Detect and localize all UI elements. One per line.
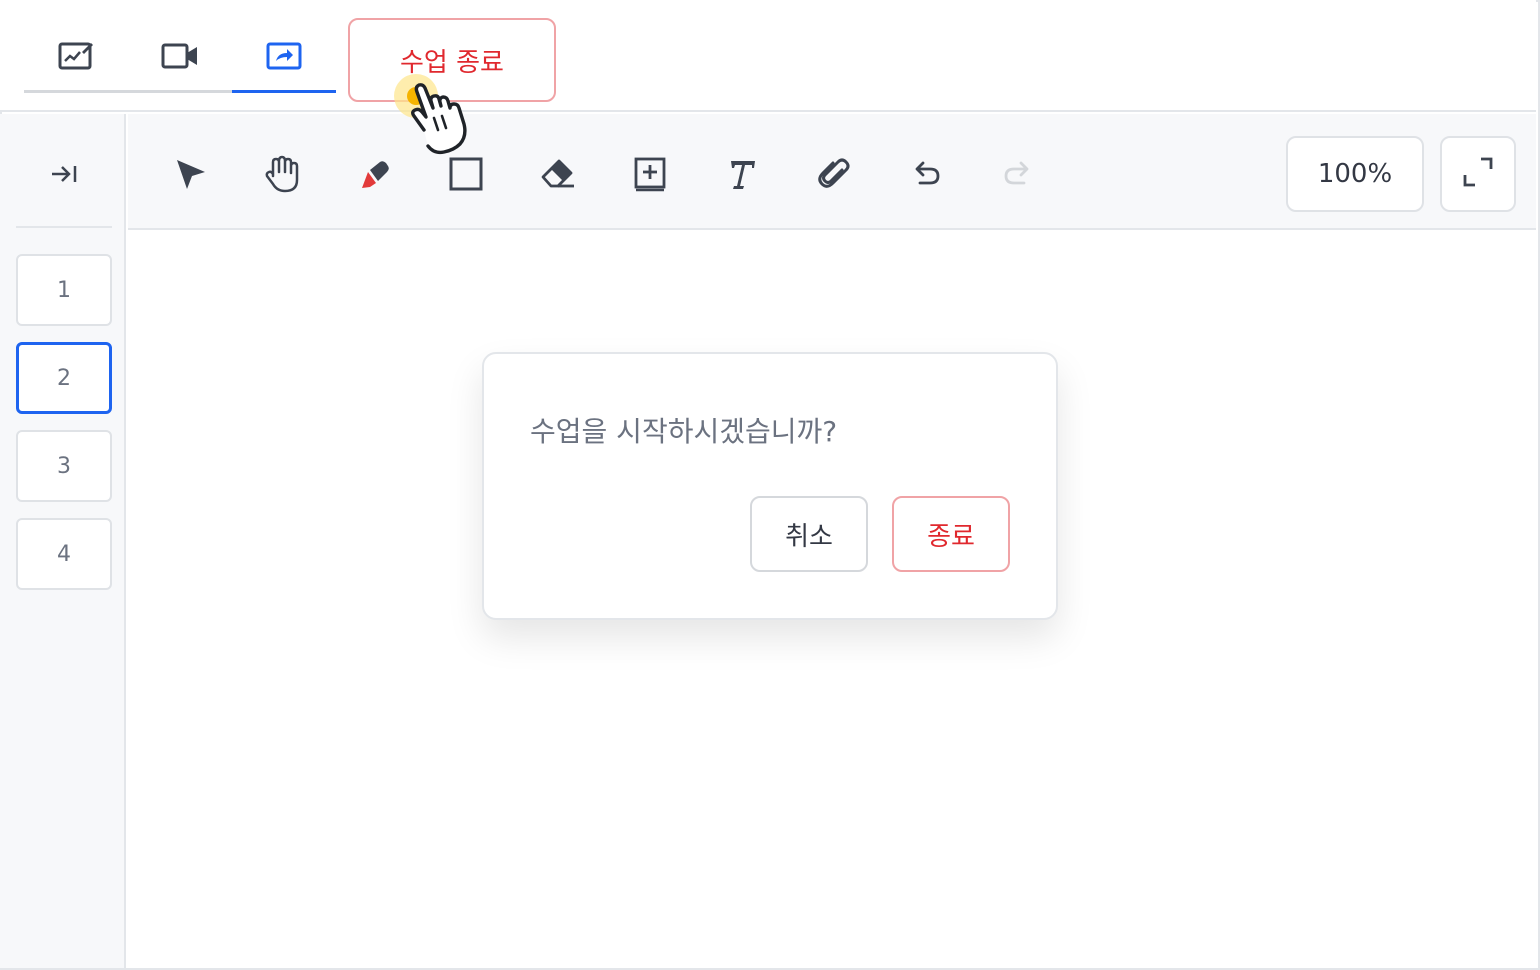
sidebar-collapse-button[interactable] bbox=[40, 158, 88, 194]
sidebar-divider bbox=[16, 226, 112, 228]
confirm-end-button[interactable]: 종료 bbox=[892, 496, 1010, 572]
add-page-tool-button[interactable] bbox=[626, 150, 674, 198]
tab-screen-share[interactable] bbox=[232, 34, 336, 78]
dialog-message: 수업을 시작하시겠습니까? bbox=[530, 415, 838, 448]
add-page-icon bbox=[633, 156, 667, 192]
text-tool-button[interactable] bbox=[718, 150, 766, 198]
select-arrow-icon bbox=[172, 156, 208, 192]
top-bar: 수업 종료 bbox=[0, 0, 1536, 112]
highlighter-icon bbox=[356, 156, 392, 192]
eraser-icon bbox=[539, 157, 577, 191]
hand-pan-icon bbox=[263, 154, 301, 194]
tab-whiteboard[interactable] bbox=[24, 34, 128, 78]
highlighter-tool-button[interactable] bbox=[350, 150, 398, 198]
collapse-right-icon bbox=[48, 162, 80, 190]
page-sidebar: 1 2 3 4 bbox=[0, 114, 126, 968]
attach-file-button[interactable] bbox=[810, 150, 858, 198]
rectangle-tool-button[interactable] bbox=[442, 150, 490, 198]
fullscreen-icon bbox=[1461, 155, 1495, 193]
page-thumbnail[interactable]: 4 bbox=[16, 518, 112, 590]
cancel-button[interactable]: 취소 bbox=[750, 496, 868, 572]
zoom-level-button[interactable]: 100% bbox=[1286, 136, 1424, 212]
drawing-toolbar: 100% bbox=[128, 114, 1536, 230]
pan-tool-button[interactable] bbox=[258, 150, 306, 198]
confirm-dialog: 수업을 시작하시겠습니까? 취소 종료 bbox=[482, 352, 1058, 620]
rectangle-icon bbox=[448, 156, 484, 192]
attachment-icon bbox=[816, 156, 852, 192]
video-camera-icon bbox=[161, 42, 199, 70]
redo-icon bbox=[1002, 159, 1034, 189]
redo-button[interactable] bbox=[994, 150, 1042, 198]
tabs-active-indicator bbox=[232, 90, 336, 93]
fullscreen-button[interactable] bbox=[1440, 136, 1516, 212]
text-icon bbox=[725, 157, 759, 191]
undo-button[interactable] bbox=[902, 150, 950, 198]
page-thumbnail[interactable]: 1 bbox=[16, 254, 112, 326]
end-class-button[interactable]: 수업 종료 bbox=[348, 18, 556, 102]
select-tool-button[interactable] bbox=[166, 150, 214, 198]
tab-video[interactable] bbox=[128, 34, 232, 78]
page-thumbnail[interactable]: 3 bbox=[16, 430, 112, 502]
undo-icon bbox=[910, 159, 942, 189]
page-thumbnail-selected[interactable]: 2 bbox=[16, 342, 112, 414]
screen-share-icon bbox=[266, 41, 302, 71]
eraser-tool-button[interactable] bbox=[534, 150, 582, 198]
whiteboard-icon bbox=[58, 40, 94, 72]
